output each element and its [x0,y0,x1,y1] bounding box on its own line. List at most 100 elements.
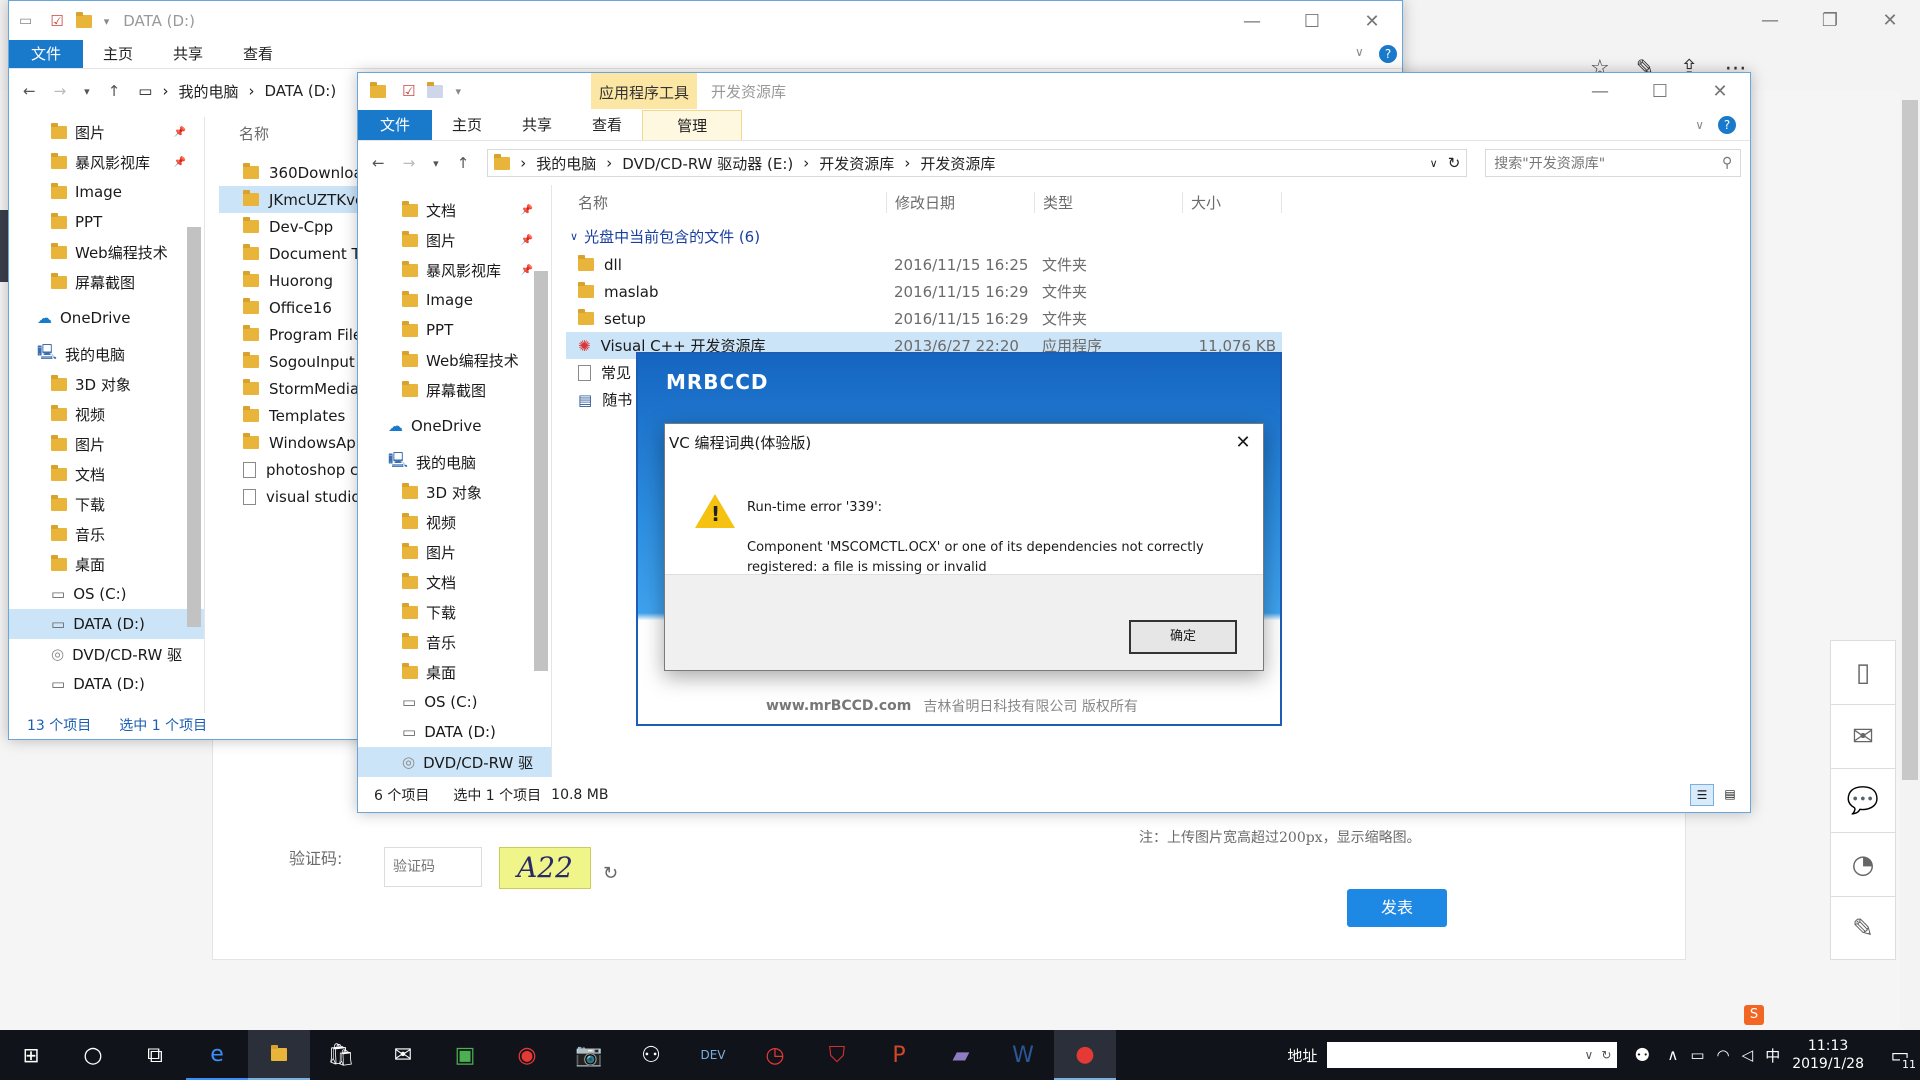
pin-icon[interactable]: 📌 [521,265,533,276]
nav-item[interactable]: 3D 对象 [9,369,204,399]
recent-icon[interactable]: ▾ [84,85,90,98]
nav-item[interactable]: ◎ DVD/CD-RW 驱 [358,747,551,777]
file-row[interactable]: 360Downloads [219,159,379,186]
file-row[interactable]: JKmcUZTKveaw [219,186,379,213]
file-row[interactable]: Office16 [219,294,379,321]
nav-item[interactable]: 音乐 [358,627,551,657]
mcafee-icon[interactable]: ⛉ [806,1030,868,1080]
nav-item[interactable]: 图片 [9,429,204,459]
crumb-pc[interactable]: 我的电脑 [178,81,238,102]
ok-button[interactable]: 确定 [1129,620,1237,654]
nav-item[interactable]: 文档 [358,567,551,597]
crumb-devlib[interactable]: 开发资源库 [819,153,894,174]
address-input[interactable]: ∨ ↻ [1327,1042,1618,1068]
maximize-icon[interactable]: ☐ [1282,11,1342,32]
properties-icon[interactable]: ☑ [50,12,63,30]
crumb-data[interactable]: DATA (D:) [264,82,336,100]
nav-item[interactable]: 图片 📌 [358,225,551,255]
tiles-view-icon[interactable]: ▤ [1718,784,1742,806]
nav-item[interactable]: 下载 [358,597,551,627]
nav-item[interactable]: 文档 📌 [358,195,551,225]
file-row[interactable]: visual studio 2 [219,483,379,510]
word-icon[interactable]: W [992,1030,1054,1080]
crumb-pc[interactable]: 我的电脑 [536,153,596,174]
minimize-icon[interactable]: — [1740,10,1800,31]
file-row[interactable]: Program Files [219,321,379,348]
mail-icon[interactable]: ✉ [1831,705,1895,769]
tray-expand-icon[interactable]: ∧ [1667,1046,1678,1064]
nav-item[interactable]: 视频 [9,399,204,429]
help-icon[interactable]: ? [1718,115,1736,134]
file-row[interactable]: SogouInput [219,348,379,375]
nav-item[interactable]: ☁ OneDrive [9,303,204,333]
close-icon[interactable]: ✕ [1690,81,1750,102]
minimize-icon[interactable]: — [1570,81,1630,102]
taskview-icon[interactable]: ⧉ [124,1030,186,1080]
column-header-type[interactable]: 类型 [1034,191,1182,213]
tab-file[interactable]: 文件 [9,40,84,68]
app-green-icon[interactable]: ▣ [434,1030,496,1080]
file-row[interactable]: Document The [219,240,379,267]
ribbon-collapse-icon[interactable]: ∨ [1355,45,1364,59]
properties-icon[interactable]: ☑ [402,82,415,100]
clock[interactable]: 11:13 2019/1/28 [1792,1037,1864,1073]
newfolder-icon[interactable] [75,11,92,28]
restore-icon[interactable]: ❐ [1800,10,1860,31]
column-header-name[interactable]: 名称 [566,192,886,213]
nav-item[interactable]: 暴风影视库 📌 [358,255,551,285]
dropdown-icon[interactable]: ▾ [104,15,110,28]
breadcrumb[interactable]: › 我的电脑 › DVD/CD-RW 驱动器 (E:) › 开发资源库 › 开发… [487,149,1468,177]
share-app-icon[interactable]: ⚇ [620,1030,682,1080]
nav-item[interactable]: 屏幕截图 [358,375,551,405]
qq-icon[interactable]: ◔ [1831,833,1895,897]
up-icon[interactable]: ↑ [457,154,470,172]
edge-icon[interactable]: e [186,1030,248,1080]
file-row[interactable]: Huorong [219,267,379,294]
newfolder-icon[interactable] [427,81,444,98]
nav-scrollbar[interactable] [534,271,548,671]
pin-icon[interactable]: 📌 [174,157,186,168]
column-header-date[interactable]: 修改日期 [886,191,1034,213]
pin-icon[interactable]: 📌 [174,127,186,138]
wifi-icon[interactable]: ◠ [1717,1046,1730,1064]
forward-icon[interactable]: → [403,154,416,172]
group-header[interactable]: ∨ 光盘中当前包含的文件 (6) [566,221,1746,251]
nav-item[interactable]: 文档 [9,459,204,489]
collapse-icon[interactable]: ∨ [570,230,578,243]
close-icon[interactable]: ✕ [1223,432,1263,453]
chat-icon[interactable]: 💬 [1831,769,1895,833]
maximize-icon[interactable]: ☐ [1630,81,1690,102]
volume-icon[interactable]: ◁ [1742,1046,1754,1064]
netease-music-icon[interactable]: ◉ [496,1030,558,1080]
back-icon[interactable]: ← [23,82,36,100]
column-header-name[interactable]: 名称 [219,117,379,151]
ime-icon[interactable]: 中 [1765,1045,1780,1066]
nav-scrollbar[interactable] [187,227,201,627]
details-view-icon[interactable]: ☰ [1690,784,1714,806]
forward-icon[interactable]: → [54,82,67,100]
recent-icon[interactable]: ▾ [433,157,439,170]
nav-item[interactable]: 暴风影视库 📌 [9,147,204,177]
pin-icon[interactable]: 📌 [521,205,533,216]
app-purple-icon[interactable]: ▰ [930,1030,992,1080]
nav-item[interactable]: ◎ DVD/CD-RW 驱 [9,639,204,669]
explorer-icon[interactable] [248,1030,310,1080]
nav-item[interactable]: ▭ OS (C:) [358,687,551,717]
tab-home[interactable]: 主页 [83,40,153,68]
file-row[interactable]: Templates [219,402,379,429]
dropdown-icon[interactable]: ▾ [455,85,461,98]
nav-item[interactable]: 3D 对象 [358,477,551,507]
nav-item[interactable]: 桌面 [9,549,204,579]
nav-item[interactable]: ▭ OS (C:) [9,579,204,609]
powerpoint-icon[interactable]: P [868,1030,930,1080]
search-box[interactable]: 搜索"开发资源库" ⚲ [1485,149,1742,177]
nav-item[interactable]: PPT [9,207,204,237]
tab-manage[interactable]: 管理 [642,110,743,140]
close-icon[interactable]: ✕ [1342,11,1402,32]
nav-item[interactable]: 🖳 我的电脑 [358,447,551,477]
file-row[interactable]: maslab 2016/11/15 16:29 文件夹 [566,278,1282,305]
tab-share[interactable]: 共享 [153,40,223,68]
battery-icon[interactable]: ▭ [1690,1046,1704,1064]
tab-share[interactable]: 共享 [502,110,572,140]
nav-item[interactable]: Image [358,285,551,315]
